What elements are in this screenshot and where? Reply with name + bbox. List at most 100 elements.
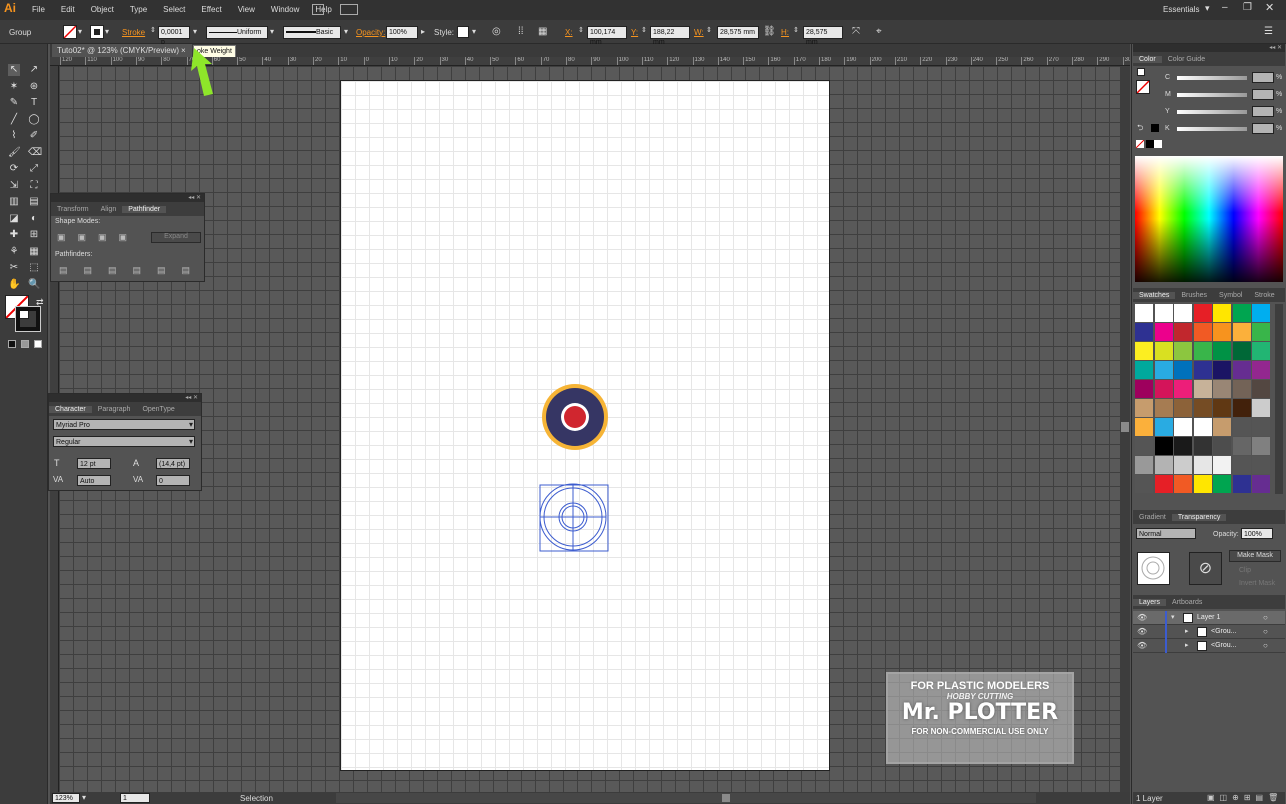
tab-paragraph[interactable]: Paragraph xyxy=(92,406,137,413)
swatch[interactable] xyxy=(1213,437,1231,455)
out-of-gamut-icon[interactable]: ⮌ xyxy=(1137,122,1143,136)
target-icon[interactable]: ○ xyxy=(1263,641,1268,650)
menu-edit[interactable]: Edit xyxy=(61,5,75,14)
swatch[interactable] xyxy=(1232,399,1251,417)
tool-icon[interactable]: ⚘ xyxy=(8,246,20,258)
color-spectrum[interactable] xyxy=(1135,156,1283,282)
font-style-select[interactable]: Regular xyxy=(53,436,195,447)
swatch[interactable] xyxy=(1213,361,1231,379)
tab-character[interactable]: Character xyxy=(49,405,92,413)
swatch[interactable] xyxy=(1154,323,1173,341)
stepper-icon[interactable]: ⇕ xyxy=(641,26,647,34)
isolate-icon[interactable]: ⌖ xyxy=(876,26,882,37)
swatch[interactable] xyxy=(1154,399,1173,417)
tool-icon[interactable]: ✂ xyxy=(8,262,20,274)
swatch[interactable] xyxy=(1252,380,1270,398)
swatch[interactable] xyxy=(1252,456,1270,474)
layer-name[interactable]: Layer 1 xyxy=(1197,614,1220,621)
tool-icon[interactable]: ↖ xyxy=(8,64,20,76)
w-label[interactable]: W: xyxy=(694,28,704,37)
zoom-field[interactable]: 123% xyxy=(52,793,80,803)
gradient-mode-icon[interactable] xyxy=(21,340,29,348)
none-mode-icon[interactable] xyxy=(34,340,42,348)
vertical-scrollbar[interactable] xyxy=(1120,66,1130,792)
layer-row[interactable]: 👁 ▸ <Grou... ○ xyxy=(1133,625,1285,639)
swatch[interactable] xyxy=(1213,323,1231,341)
chevron-down-icon[interactable]: ▾ xyxy=(78,27,82,36)
stroke-weight-field[interactable]: 0,0001 p xyxy=(158,26,190,46)
tool-icon[interactable]: ⛶ xyxy=(28,180,40,192)
workspace-switcher[interactable]: Essentials xyxy=(1163,5,1199,14)
swatch[interactable] xyxy=(1232,475,1251,493)
channel-slider[interactable] xyxy=(1177,127,1247,131)
eye-icon[interactable]: 👁 xyxy=(1137,627,1147,636)
link-icon[interactable]: ⛓ xyxy=(763,26,776,37)
tab-artboards[interactable]: Artboards xyxy=(1166,599,1208,606)
thumbnail[interactable] xyxy=(1137,552,1170,585)
chevron-down-icon[interactable]: ▾ xyxy=(472,27,476,36)
tracking-field[interactable]: 0 xyxy=(156,475,190,486)
stroke-proxy[interactable] xyxy=(1136,80,1150,94)
stepper-icon[interactable]: ⇕ xyxy=(578,26,584,34)
swatch[interactable] xyxy=(1135,456,1153,474)
opacity-field[interactable]: 100% xyxy=(1241,528,1273,539)
swatch[interactable] xyxy=(1174,380,1192,398)
stroke-label[interactable]: Stroke xyxy=(122,28,145,37)
tab-color-guide[interactable]: Color Guide xyxy=(1162,56,1211,63)
tool-icon[interactable]: ◐ xyxy=(28,213,40,225)
chevron-down-icon[interactable]: ▾ xyxy=(82,793,86,802)
swatch[interactable] xyxy=(1232,323,1251,341)
swatch[interactable] xyxy=(1252,475,1270,493)
swatches-scrollbar[interactable] xyxy=(1275,304,1283,494)
tab-brushes[interactable]: Brushes xyxy=(1175,292,1213,299)
horizontal-scrollbar[interactable] xyxy=(336,793,1036,803)
close-tab-icon[interactable]: × xyxy=(181,46,186,55)
tool-icon[interactable]: ◯ xyxy=(28,114,40,126)
tool-icon[interactable]: ▤ xyxy=(28,196,40,208)
channel-slider[interactable] xyxy=(1177,110,1247,114)
transform-icon[interactable]: ⤧ xyxy=(852,26,860,37)
swatch[interactable] xyxy=(1193,399,1212,417)
stepper-icon[interactable]: ⇕ xyxy=(793,26,799,34)
tab-pathfinder[interactable]: Pathfinder xyxy=(122,205,167,213)
swatch[interactable] xyxy=(1174,304,1192,322)
profile-select[interactable]: Uniform xyxy=(206,26,268,39)
swatch[interactable] xyxy=(1135,380,1153,398)
y-label[interactable]: Y: xyxy=(631,28,638,37)
expand-arrow-icon[interactable]: ▸ xyxy=(1185,627,1189,635)
swatch[interactable] xyxy=(1135,304,1153,322)
swatch[interactable] xyxy=(1252,304,1270,322)
leading-field[interactable]: (14,4 pt) xyxy=(156,458,190,469)
artboard-field[interactable]: 1 xyxy=(120,793,150,803)
target-icon[interactable]: ○ xyxy=(1263,627,1268,636)
target-icon[interactable]: ○ xyxy=(1263,613,1268,622)
stroke-color-box[interactable] xyxy=(15,306,41,332)
panel-menu-icon[interactable]: ☰ xyxy=(1264,26,1273,37)
swatch[interactable] xyxy=(1193,323,1212,341)
swatch[interactable] xyxy=(1213,380,1231,398)
tool-icon[interactable]: ⊞ xyxy=(28,229,40,241)
font-family-select[interactable]: Myriad Pro xyxy=(53,419,195,430)
pathfinder-buttons[interactable]: ▤▤▤▤▤▤ xyxy=(59,265,206,276)
swatch[interactable] xyxy=(1135,437,1153,455)
swatch[interactable] xyxy=(1213,456,1231,474)
layer-action-icons[interactable]: ▣◫⊕⊞▤🗑 xyxy=(1207,793,1283,802)
swatch[interactable] xyxy=(1232,456,1251,474)
stroke-swatch[interactable] xyxy=(90,25,104,39)
chevron-down-icon[interactable]: ▾ xyxy=(189,437,193,446)
shape-mode-buttons[interactable]: ▣▣▣▣ xyxy=(57,232,139,243)
channel-field[interactable] xyxy=(1252,123,1274,134)
swatch[interactable] xyxy=(1213,475,1231,493)
chevron-down-icon[interactable]: ▾ xyxy=(189,420,193,429)
swatch[interactable] xyxy=(1252,418,1270,436)
kerning-field[interactable]: Auto xyxy=(77,475,111,486)
black-swatch[interactable] xyxy=(1151,124,1159,132)
swatch[interactable] xyxy=(1193,361,1212,379)
opacity-label[interactable]: Opacity: xyxy=(356,28,385,37)
swatch[interactable] xyxy=(1213,399,1231,417)
swatch[interactable] xyxy=(1154,304,1173,322)
swatch[interactable] xyxy=(1252,361,1270,379)
panel-header[interactable]: ◂◂ ✕ xyxy=(51,194,204,202)
fill-proxy[interactable] xyxy=(1137,68,1145,76)
channel-slider[interactable] xyxy=(1177,93,1247,97)
